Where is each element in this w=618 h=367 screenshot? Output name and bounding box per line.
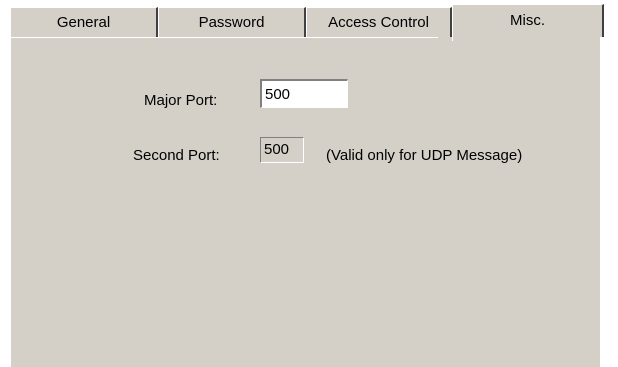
tab-general[interactable]: General (10, 7, 158, 37)
panel-top-edge (10, 37, 438, 38)
second-port-field: 500 (260, 137, 304, 163)
tab-strip: General Password Access Control Misc. (10, 4, 618, 41)
tab-password[interactable]: Password (158, 7, 306, 37)
major-port-input[interactable] (260, 79, 348, 108)
tab-misc[interactable]: Misc. (452, 4, 604, 41)
properties-dialog: General Password Access Control Misc. Ma… (0, 0, 618, 367)
second-port-label: Second Port: (133, 147, 220, 164)
second-port-note: (Valid only for UDP Message) (326, 147, 523, 164)
misc-tab-panel: Major Port: Second Port: 500 (Valid only… (10, 37, 618, 367)
tab-access-control[interactable]: Access Control (306, 7, 452, 37)
panel-right-margin (600, 37, 618, 367)
major-port-label: Major Port: (144, 92, 218, 109)
